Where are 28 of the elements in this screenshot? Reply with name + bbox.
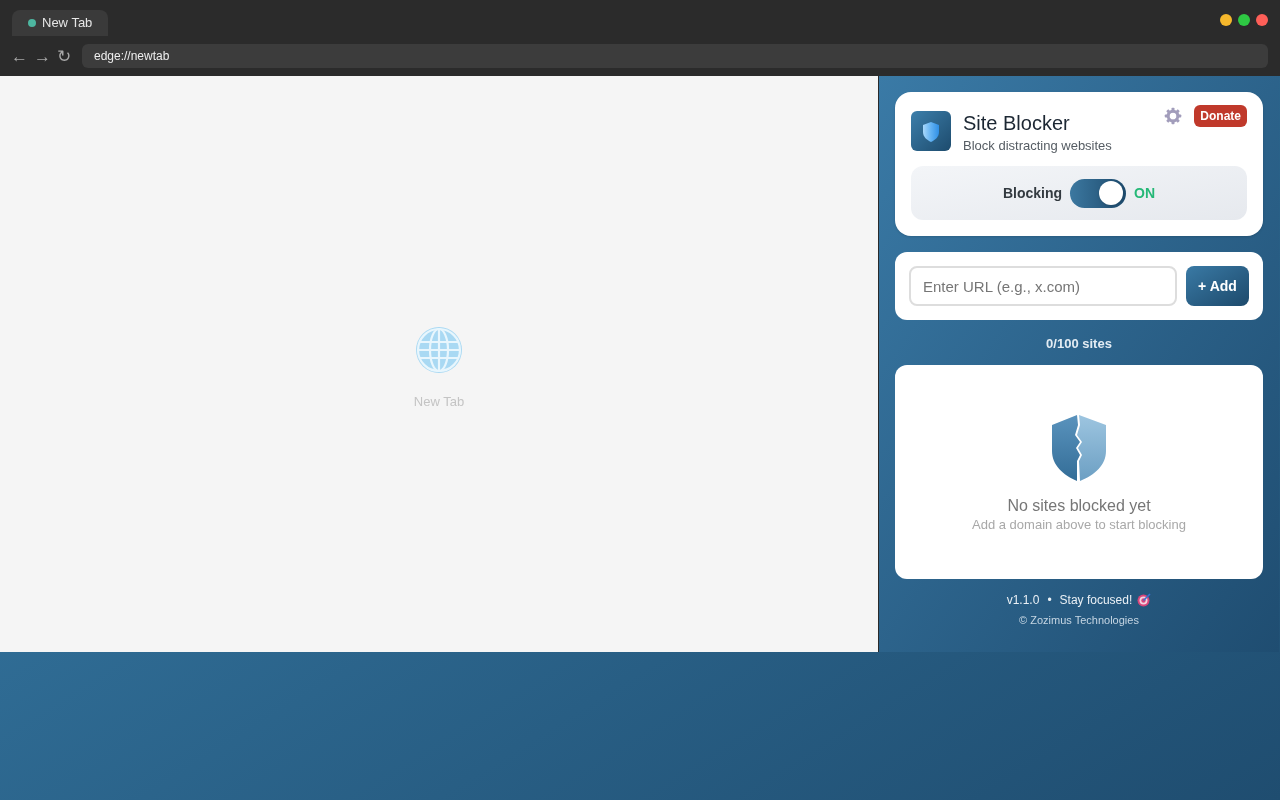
app-title: Site Blocker	[963, 111, 1071, 135]
empty-state-hint: Add a domain above to start blocking	[972, 517, 1186, 533]
app-subtitle: Block distracting websites	[963, 137, 1112, 155]
minimize-button[interactable]	[1220, 14, 1232, 26]
site-count: 0/100 sites	[1045, 336, 1113, 352]
forward-button[interactable]: →	[33, 47, 52, 65]
version-label: v1.1.0	[1006, 592, 1040, 608]
target-icon	[1137, 593, 1152, 607]
add-button[interactable]: + Add	[1186, 266, 1249, 306]
settings-icon[interactable]	[1164, 107, 1183, 125]
globe-icon	[415, 326, 463, 374]
cracked-shield-icon	[1051, 415, 1107, 481]
maximize-button[interactable]	[1238, 14, 1250, 26]
shield-icon	[911, 111, 951, 151]
blocking-state: ON	[1134, 183, 1156, 203]
url-input[interactable]: Enter URL (e.g., x.com)	[909, 266, 1177, 306]
reload-button[interactable]: ↻	[56, 47, 72, 65]
empty-state-title: No sites blocked yet	[1007, 496, 1151, 516]
separator-dot: •	[1047, 592, 1052, 608]
donate-button[interactable]: Donate	[1194, 105, 1247, 127]
close-button[interactable]	[1256, 14, 1268, 26]
blocking-toggle[interactable]	[1070, 178, 1127, 208]
tagline: Stay focused!	[1059, 592, 1133, 608]
back-button[interactable]: ←	[10, 47, 29, 65]
blocking-label: Blocking	[1002, 183, 1063, 203]
address-bar[interactable]: edge://newtab	[82, 44, 1268, 68]
copyright-text: © Zozimus Technologies	[1018, 613, 1140, 627]
browser-tab[interactable]: New Tab	[12, 10, 109, 36]
